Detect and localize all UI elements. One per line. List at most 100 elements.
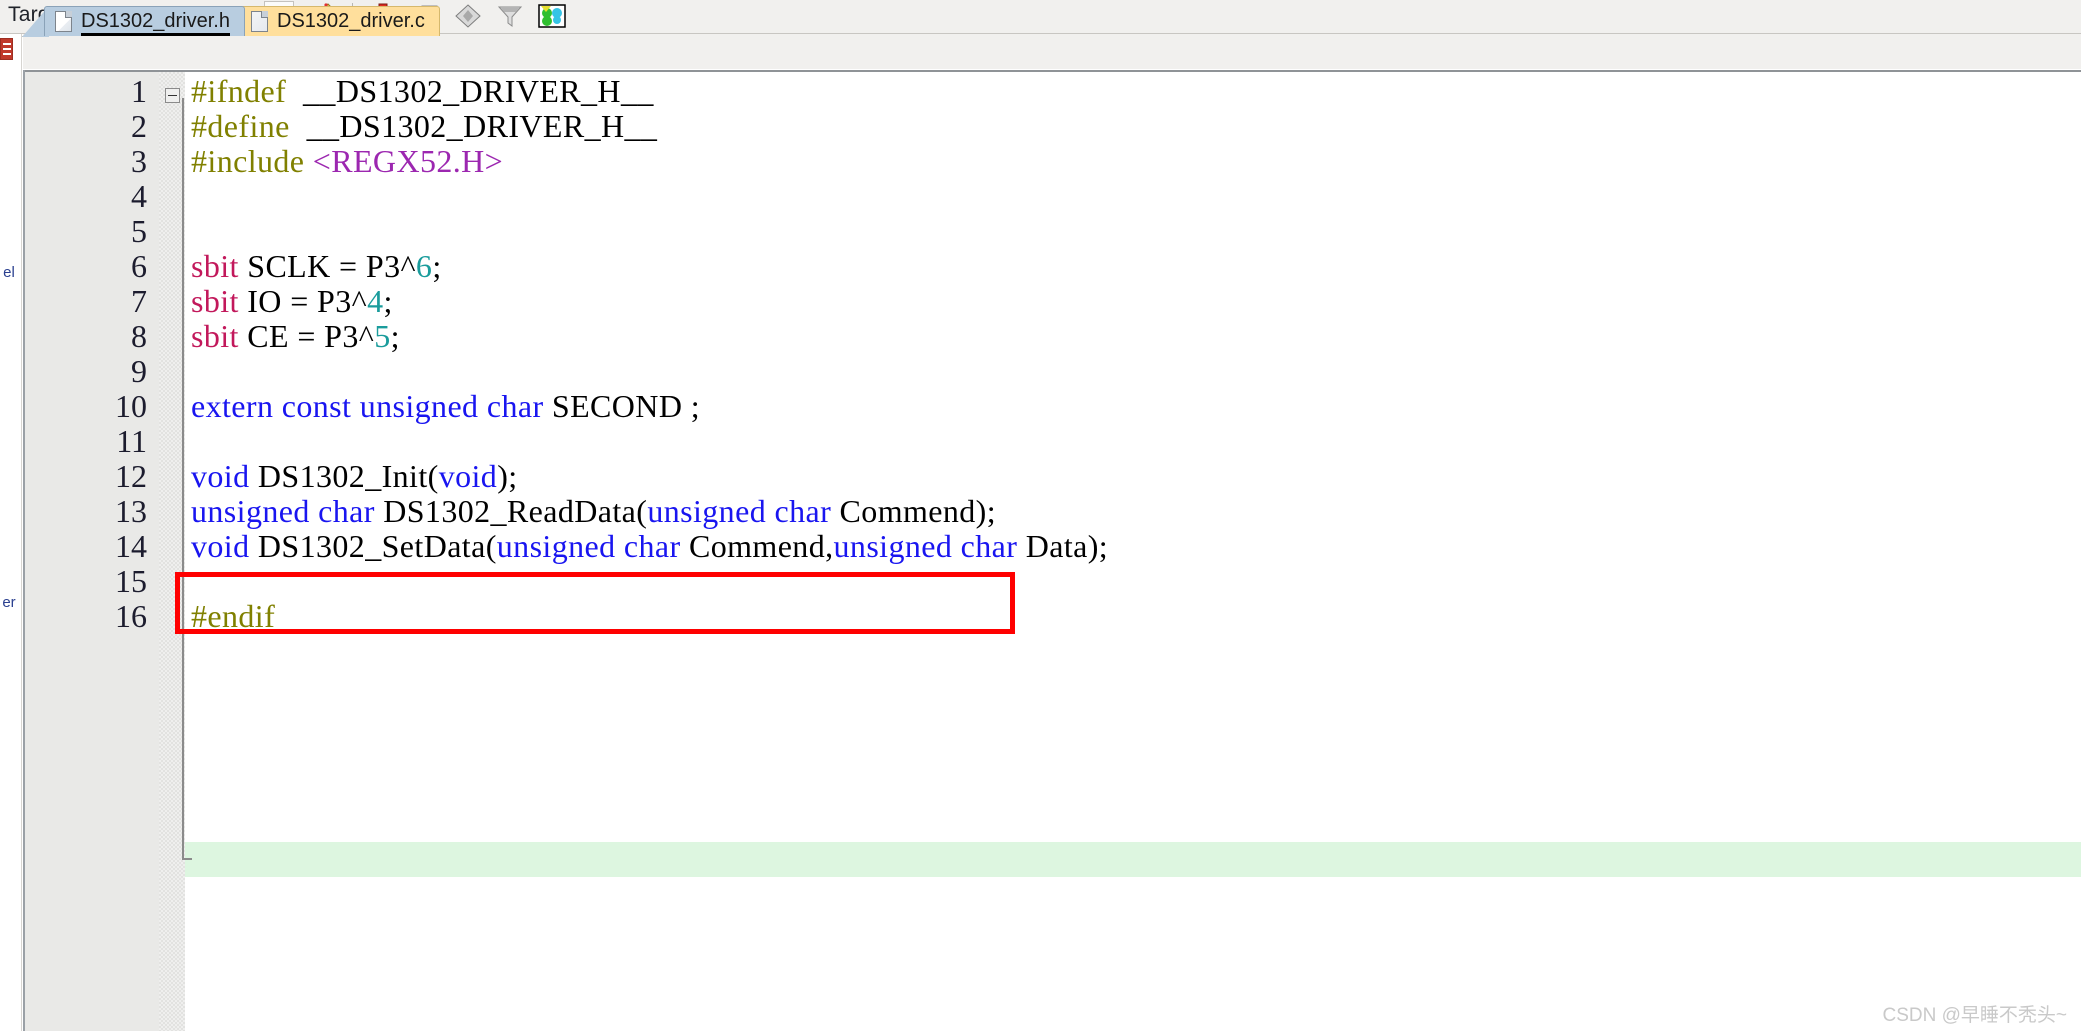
- code-line[interactable]: 4: [23, 179, 2081, 214]
- line-number: 2: [131, 108, 147, 144]
- code-token: #include: [191, 143, 313, 179]
- code-token: void: [191, 528, 250, 564]
- code-token: CE = P3^: [238, 318, 375, 354]
- code-token: <REGX52.H>: [312, 143, 504, 179]
- line-number: 8: [131, 318, 147, 354]
- code-token: );: [497, 458, 518, 494]
- line-number: 13: [115, 493, 147, 529]
- code-token: __DS1302_DRIVER_H__: [306, 108, 658, 144]
- line-text: #ifndef __DS1302_DRIVER_H__: [191, 74, 654, 109]
- line-number: 14: [115, 528, 147, 564]
- code-line[interactable]: 14 void DS1302_SetData(unsigned char Comm…: [23, 529, 2081, 564]
- line-number: 3: [131, 143, 147, 179]
- code-line[interactable]: 13 unsigned char DS1302_ReadData(unsigned…: [23, 494, 2081, 529]
- code-token: DS1302_SetData(: [249, 528, 497, 564]
- tab-ds1302-driver-h[interactable]: DS1302_driver.h: [44, 6, 245, 36]
- line-text: void DS1302_SetData(unsigned char Commen…: [191, 529, 1108, 564]
- filter-icon[interactable]: [494, 1, 526, 31]
- line-number: 15: [115, 563, 147, 599]
- current-line-highlight: [185, 842, 2081, 877]
- code-token: DS1302_ReadData(: [374, 493, 648, 529]
- line-number: 5: [131, 213, 147, 249]
- code-token: SECOND ;: [543, 388, 701, 424]
- code-line[interactable]: 7 sbit IO = P3^4;: [23, 284, 2081, 319]
- line-number: 7: [131, 283, 147, 319]
- document-icon: [55, 11, 72, 32]
- document-icon: [251, 11, 268, 32]
- code-token: 4: [367, 283, 384, 319]
- code-token: Commend);: [831, 493, 997, 529]
- line-number: 12: [115, 458, 147, 494]
- code-token: unsigned char: [496, 528, 681, 564]
- code-token: #ifndef: [191, 73, 304, 109]
- options-target-glyph: [455, 4, 481, 28]
- line-text: #endif: [191, 599, 275, 634]
- line-text: extern const unsigned char SECOND ;: [191, 389, 700, 424]
- code-token: sbit: [191, 248, 239, 284]
- fold-bracket-foot: [182, 858, 192, 860]
- code-line[interactable]: 16 #endif: [23, 599, 2081, 634]
- tabbar-background: [23, 34, 2081, 69]
- configuration-wizard-glyph: [538, 4, 566, 28]
- left-dock-label-top: el: [3, 264, 15, 281]
- code-token: DS1302_Init(: [249, 458, 439, 494]
- line-number: 11: [116, 423, 147, 459]
- code-line[interactable]: 5: [23, 214, 2081, 249]
- line-text: sbit IO = P3^4;: [191, 284, 393, 319]
- code-line[interactable]: 6 sbit SCLK = P3^6;: [23, 249, 2081, 284]
- code-token: 6: [415, 248, 433, 284]
- code-line[interactable]: 9: [23, 354, 2081, 389]
- code-line[interactable]: 3 #include <REGX52.H>: [23, 144, 2081, 179]
- code-line[interactable]: 2 #define __DS1302_DRIVER_H__: [23, 109, 2081, 144]
- line-text: sbit SCLK = P3^6;: [191, 249, 442, 284]
- code-token: ;: [432, 248, 442, 284]
- code-token: 5: [374, 318, 391, 354]
- line-number: 16: [115, 598, 147, 634]
- code-token: IO = P3^: [238, 283, 368, 319]
- configuration-wizard-icon[interactable]: [536, 1, 568, 31]
- watermark-text: CSDN @早睡不秃头~: [1882, 1005, 2068, 1026]
- code-token: ;: [383, 283, 393, 319]
- code-token: Commend,: [680, 528, 834, 564]
- editor-left-border: [23, 70, 25, 1031]
- code-token: sbit: [191, 318, 239, 354]
- code-line[interactable]: 12 void DS1302_Init(void);: [23, 459, 2081, 494]
- line-text: sbit CE = P3^5;: [191, 319, 400, 354]
- code-token: Data);: [1017, 528, 1109, 564]
- code-token: void: [191, 458, 250, 494]
- code-editor[interactable]: 1 #ifndef __DS1302_DRIVER_H__ 2 #define __D…: [23, 70, 2081, 1031]
- code-line[interactable]: 15: [23, 564, 2081, 599]
- code-token: extern const unsigned char: [191, 388, 544, 424]
- code-line[interactable]: 11: [23, 424, 2081, 459]
- code-token: SCLK = P3^: [238, 248, 416, 284]
- code-token: sbit: [191, 283, 239, 319]
- filter-glyph: [497, 6, 523, 27]
- code-token: ;: [390, 318, 400, 354]
- options-target-icon[interactable]: [452, 1, 484, 31]
- line-text: #include <REGX52.H>: [191, 144, 503, 179]
- line-number: 9: [131, 353, 147, 389]
- line-number: 4: [131, 178, 147, 214]
- line-text: #define __DS1302_DRIVER_H__: [191, 109, 657, 144]
- code-line[interactable]: 10 extern const unsigned char SECOND ;: [23, 389, 2081, 424]
- tab-ds1302-driver-c[interactable]: DS1302_driver.c: [240, 6, 440, 36]
- left-dock-label-bottom: er: [2, 594, 16, 611]
- code-token: __DS1302_DRIVER_H__: [303, 73, 654, 109]
- code-token: unsigned char: [191, 493, 375, 529]
- code-token: #endif: [191, 598, 276, 634]
- tab-label: DS1302_driver.c: [277, 10, 425, 32]
- line-text: unsigned char DS1302_ReadData(unsigned c…: [191, 494, 996, 529]
- code-line[interactable]: 1 #ifndef __DS1302_DRIVER_H__: [23, 74, 2081, 109]
- line-number: 1: [131, 73, 147, 109]
- line-text: void DS1302_Init(void);: [191, 459, 518, 494]
- code-token: #define: [191, 108, 307, 144]
- line-number: 10: [115, 388, 147, 424]
- code-line[interactable]: 8 sbit CE = P3^5;: [23, 319, 2081, 354]
- left-dock-strip: el er: [0, 34, 22, 1031]
- tab-label: DS1302_driver.h: [81, 10, 230, 36]
- red-stop-icon[interactable]: [0, 38, 13, 60]
- code-token: unsigned char: [647, 493, 832, 529]
- code-token: unsigned char: [833, 528, 1018, 564]
- line-number: 6: [131, 248, 147, 284]
- code-token: void: [438, 458, 498, 494]
